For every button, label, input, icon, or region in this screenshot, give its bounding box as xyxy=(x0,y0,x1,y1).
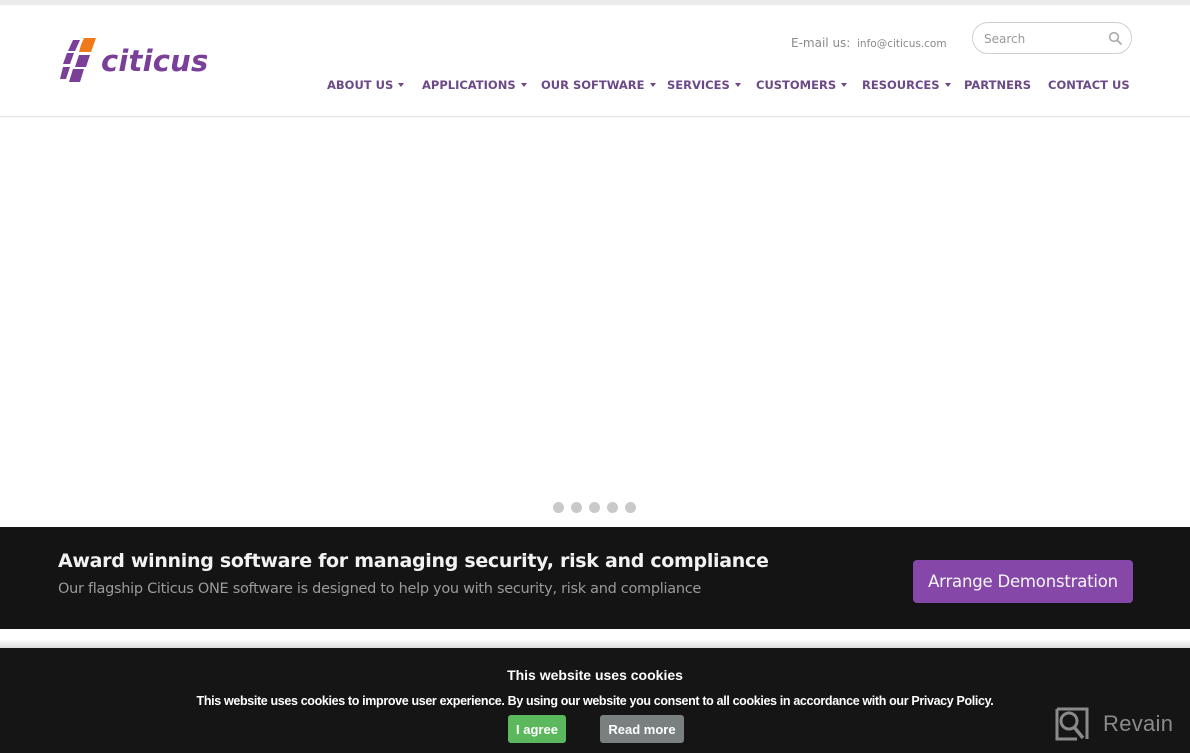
citicus-logo[interactable]: citicus xyxy=(59,36,208,86)
search-icon[interactable] xyxy=(1108,31,1123,46)
nav-item-resources[interactable]: RESOURCES xyxy=(862,78,951,92)
carousel-dot-3[interactable] xyxy=(589,502,600,513)
search-input[interactable] xyxy=(984,30,1102,47)
nav-item-about-us[interactable]: ABOUT US xyxy=(327,78,405,92)
promo-banner: Award winning software for managing secu… xyxy=(0,527,1190,629)
revain-logo-icon xyxy=(1055,707,1089,741)
caret-down-icon xyxy=(649,82,656,87)
nav-label: CONTACT US xyxy=(1048,78,1130,92)
carousel-dot-1[interactable] xyxy=(553,502,564,513)
nav-item-partners[interactable]: PARTNERS xyxy=(964,78,1031,92)
carousel-dot-2[interactable] xyxy=(571,502,582,513)
nav-item-customers[interactable]: CUSTOMERS xyxy=(756,78,848,92)
carousel-dot-4[interactable] xyxy=(607,502,618,513)
nav-label: APPLICATIONS xyxy=(422,78,516,92)
logo-wordmark: citicus xyxy=(101,44,209,78)
cookie-agree-button[interactable]: I agree xyxy=(508,715,566,743)
arrange-demonstration-button[interactable]: Arrange Demonstration xyxy=(913,560,1133,603)
caret-down-icon xyxy=(398,82,405,87)
section-divider xyxy=(0,629,1190,648)
nav-label: OUR SOFTWARE xyxy=(541,78,645,92)
nav-label: CUSTOMERS xyxy=(756,78,837,92)
revain-label: Revain xyxy=(1103,711,1174,736)
banner-subtitle: Our flagship Citicus ONE software is des… xyxy=(58,581,702,597)
nav-label: ABOUT US xyxy=(327,78,394,92)
nav-item-services[interactable]: SERVICES xyxy=(667,78,741,92)
nav-label: SERVICES xyxy=(667,78,730,92)
nav-item-applications[interactable]: APPLICATIONS xyxy=(422,78,527,92)
caret-down-icon xyxy=(841,82,848,87)
nav-item-our-software[interactable]: OUR SOFTWARE xyxy=(541,78,656,92)
banner-title: Award winning software for managing secu… xyxy=(58,550,769,572)
caret-down-icon xyxy=(944,82,951,87)
site-header: citicus E-mail us: info@citicus.com ABOU… xyxy=(0,5,1190,117)
search-box xyxy=(972,22,1132,54)
nav-item-contact-us[interactable]: CONTACT US xyxy=(1048,78,1130,92)
carousel-dot-5[interactable] xyxy=(625,502,636,513)
email-link[interactable]: info@citicus.com xyxy=(857,38,947,50)
cookie-text: This website uses cookies to improve use… xyxy=(196,694,994,708)
caret-down-icon xyxy=(520,82,527,87)
email-label: E-mail us: xyxy=(791,36,851,50)
carousel-indicators xyxy=(553,502,636,513)
cookie-title: This website uses cookies xyxy=(507,667,683,683)
citicus-logo-mark-icon xyxy=(60,38,96,82)
nav-label: PARTNERS xyxy=(964,78,1032,92)
cookie-notice: This website uses cookies This website u… xyxy=(0,648,1190,753)
caret-down-icon xyxy=(734,82,741,87)
revain-watermark: Revain xyxy=(1055,707,1173,741)
nav-label: RESOURCES xyxy=(862,78,940,92)
hero-carousel xyxy=(0,118,1190,527)
cookie-read-more-button[interactable]: Read more xyxy=(600,715,684,743)
